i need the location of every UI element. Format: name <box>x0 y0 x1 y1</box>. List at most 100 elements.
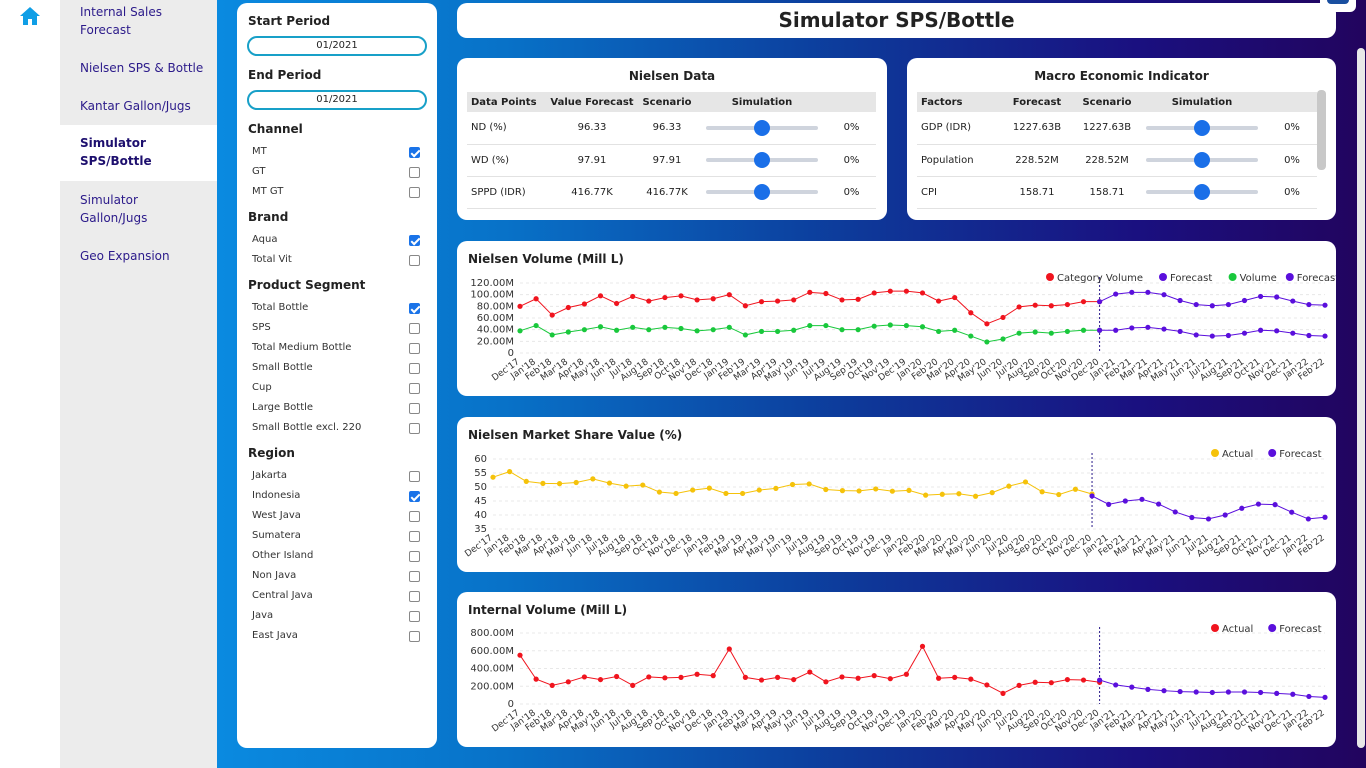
option-label: SPS <box>252 322 271 333</box>
data-point <box>984 339 990 345</box>
data-point <box>1272 502 1278 508</box>
filter-option-region[interactable]: Jakarta <box>252 470 420 484</box>
checkbox[interactable] <box>409 235 420 246</box>
checkbox[interactable] <box>409 531 420 542</box>
nav-item-internal-sales-forecast[interactable]: Internal Sales Forecast <box>60 3 217 39</box>
simulation-slider[interactable] <box>706 119 818 136</box>
data-point <box>694 328 700 334</box>
col-header: Simulation <box>1137 92 1267 112</box>
simulation-slider[interactable] <box>1146 119 1258 136</box>
data-point <box>1177 297 1183 304</box>
home-icon[interactable] <box>19 6 41 26</box>
data-point <box>1072 486 1078 492</box>
simulation-slider[interactable] <box>1146 184 1258 200</box>
menu-button[interactable] <box>1320 0 1356 12</box>
nav-item-kantar-gallon-jugs[interactable]: Kantar Gallon/Jugs <box>60 97 217 115</box>
data-point <box>807 289 813 295</box>
simulation-slider[interactable] <box>706 184 818 200</box>
checkbox[interactable] <box>409 363 420 374</box>
filter-option-channel[interactable]: MT <box>252 146 420 160</box>
filter-option-region[interactable]: West Java <box>252 510 420 524</box>
legend-marker <box>1046 273 1054 281</box>
filter-option-segment[interactable]: Total Medium Bottle <box>252 342 420 356</box>
option-label: Indonesia <box>252 490 301 501</box>
data-point <box>823 679 829 685</box>
filter-option-segment[interactable]: SPS <box>252 322 420 336</box>
data-point <box>968 676 974 682</box>
col-header: Factors <box>917 92 997 112</box>
checkbox[interactable] <box>409 491 420 502</box>
data-point <box>742 303 748 309</box>
checkbox[interactable] <box>409 323 420 334</box>
cell-pct: 0% <box>827 112 876 145</box>
checkbox[interactable] <box>409 167 420 178</box>
checkbox[interactable] <box>409 343 420 354</box>
col-header <box>827 92 876 112</box>
slider-handle[interactable] <box>1194 184 1210 200</box>
checkbox[interactable] <box>409 255 420 266</box>
filter-option-channel[interactable]: MT GT <box>252 186 420 200</box>
simulation-slider[interactable] <box>1146 152 1258 168</box>
data-point <box>549 312 555 318</box>
checkbox[interactable] <box>409 611 420 622</box>
cell-pct: 0% <box>1267 144 1317 177</box>
slider-handle[interactable] <box>754 184 770 200</box>
filter-option-region[interactable]: Java <box>252 610 420 624</box>
data-point <box>1129 325 1135 331</box>
filter-option-segment[interactable]: Small Bottle excl. 220 <box>252 422 420 436</box>
slider-handle[interactable] <box>1194 119 1210 136</box>
filter-option-channel[interactable]: GT <box>252 166 420 180</box>
filter-option-region[interactable]: Indonesia <box>252 490 420 504</box>
macro-table-scrollbar[interactable] <box>1317 90 1326 170</box>
filter-option-segment[interactable]: Large Bottle <box>252 402 420 416</box>
slider-handle[interactable] <box>754 152 770 168</box>
simulation-slider[interactable] <box>706 152 818 168</box>
checkbox[interactable] <box>409 631 420 642</box>
data-point <box>936 298 942 304</box>
filter-option-segment[interactable]: Cup <box>252 382 420 396</box>
data-point <box>1193 301 1199 308</box>
page-scrollbar[interactable] <box>1357 48 1365 748</box>
data-point <box>1097 677 1103 683</box>
filter-option-segment[interactable]: Small Bottle <box>252 362 420 376</box>
checkbox[interactable] <box>409 403 420 414</box>
nav-item-simulator-sps-bottle[interactable]: Simulator SPS/Bottle <box>60 125 217 181</box>
y-tick-label: 800.00M <box>470 628 514 639</box>
filter-option-brand[interactable]: Aqua <box>252 234 420 248</box>
checkbox[interactable] <box>409 383 420 394</box>
data-point <box>919 290 926 296</box>
checkbox[interactable] <box>409 511 420 522</box>
filter-option-brand[interactable]: Total Vit <box>252 254 420 268</box>
filter-option-region[interactable]: Non Java <box>252 570 420 584</box>
checkbox[interactable] <box>409 423 420 434</box>
slider-handle[interactable] <box>754 119 770 136</box>
checkbox[interactable] <box>409 471 420 482</box>
checkbox[interactable] <box>409 147 420 158</box>
data-point <box>630 293 636 300</box>
nav-item-simulator-gallon-jugs[interactable]: Simulator Gallon/Jugs <box>60 191 217 227</box>
checkbox[interactable] <box>409 591 420 602</box>
filter-option-region[interactable]: East Java <box>252 630 420 644</box>
data-point <box>1080 677 1087 683</box>
filter-option-region[interactable]: Sumatera <box>252 530 420 544</box>
end-period-input[interactable]: 01/2021 <box>247 90 427 110</box>
data-point <box>517 303 523 309</box>
data-point <box>758 328 765 335</box>
filter-option-region[interactable]: Central Java <box>252 590 420 604</box>
checkbox[interactable] <box>409 571 420 582</box>
option-label: MT GT <box>252 186 284 197</box>
data-point <box>1177 688 1183 695</box>
checkbox[interactable] <box>409 551 420 562</box>
product-segment-label: Product Segment <box>248 278 366 292</box>
checkbox[interactable] <box>409 303 420 314</box>
legend-label: Forecast <box>1279 449 1321 460</box>
nav-item-geo-expansion[interactable]: Geo Expansion <box>60 247 217 265</box>
filter-option-region[interactable]: Other Island <box>252 550 420 564</box>
data-point <box>1189 514 1195 521</box>
slider-handle[interactable] <box>1194 152 1210 168</box>
checkbox[interactable] <box>409 187 420 198</box>
filter-option-segment[interactable]: Total Bottle <box>252 302 420 316</box>
data-point <box>1193 689 1199 695</box>
start-period-input[interactable]: 01/2021 <box>247 36 427 56</box>
nav-item-nielsen-sps-bottle[interactable]: Nielsen SPS & Bottle <box>60 59 217 77</box>
